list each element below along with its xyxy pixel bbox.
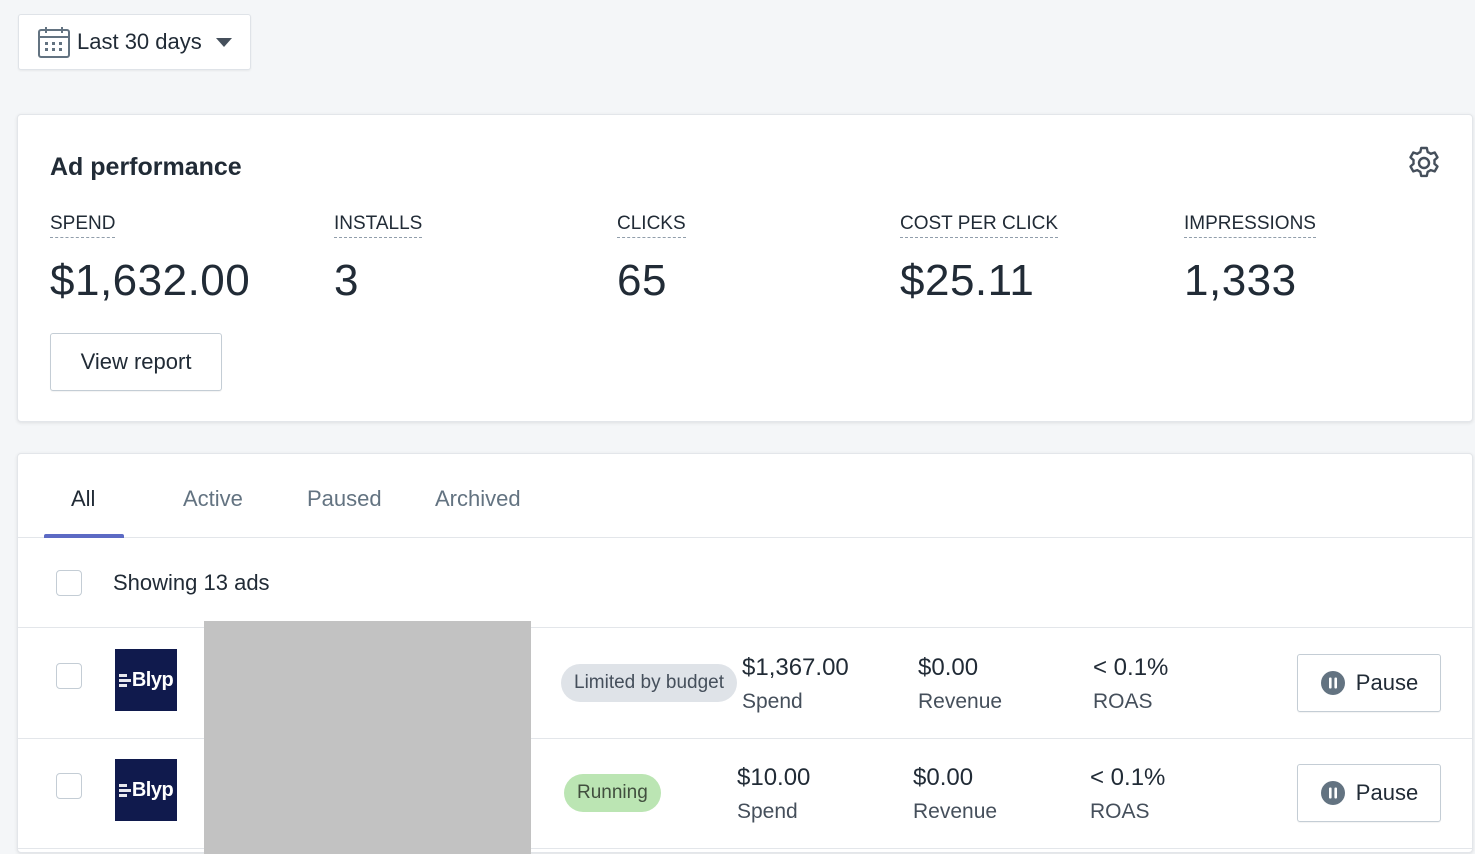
- pause-button[interactable]: Pause: [1297, 654, 1441, 712]
- pause-label: Pause: [1355, 670, 1419, 695]
- metric-value: 3: [334, 256, 359, 305]
- metric-label: INSTALLS: [334, 213, 423, 238]
- revenue-label: Revenue: [918, 690, 1003, 713]
- ads-list-card: All Active Paused Archived Showing 13 ad…: [17, 453, 1473, 854]
- roas-value: < 0.1%: [1090, 764, 1166, 791]
- ad-performance-card: Ad performance SPEND $1,632.00 INSTALLS …: [17, 114, 1473, 422]
- pause-button[interactable]: Pause: [1297, 764, 1441, 822]
- spend-stat: $10.00 Spend: [737, 764, 810, 824]
- metric-value: 65: [617, 256, 667, 305]
- logo-lines-icon: [118, 673, 131, 688]
- pause-label: Pause: [1355, 780, 1419, 805]
- metric-label: COST PER CLICK: [900, 213, 1059, 238]
- spend-label: Spend: [742, 690, 803, 713]
- roas-value: < 0.1%: [1093, 654, 1169, 681]
- calendar-icon: [38, 27, 70, 58]
- brand-logo: Blyp: [115, 759, 177, 821]
- spend-label: Spend: [737, 800, 798, 823]
- row-checkbox[interactable]: [56, 663, 82, 689]
- view-report-button[interactable]: View report: [50, 333, 222, 391]
- row-checkbox[interactable]: [56, 773, 82, 799]
- metric-label: CLICKS: [617, 213, 686, 238]
- brand-name: Blyp: [131, 778, 174, 801]
- revenue-value: $0.00: [918, 654, 979, 681]
- revenue-stat: $0.00 Revenue: [913, 764, 997, 824]
- list-header: Showing 13 ads: [18, 538, 1472, 628]
- roas-stat: < 0.1% ROAS: [1090, 764, 1165, 824]
- metric-installs: INSTALLS 3: [334, 213, 423, 306]
- filter-tabs: All Active Paused Archived: [18, 454, 1472, 538]
- status-badge: Running: [564, 774, 661, 812]
- metric-label: SPEND: [50, 213, 116, 238]
- revenue-label: Revenue: [913, 800, 998, 823]
- date-range-label: Last 30 days: [77, 29, 202, 54]
- tab-paused[interactable]: Paused: [307, 486, 382, 512]
- spend-value: $10.00: [737, 764, 811, 791]
- roas-label: ROAS: [1093, 690, 1153, 713]
- metric-label: IMPRESSIONS: [1184, 213, 1316, 238]
- logo-lines-icon: [118, 783, 131, 798]
- brand-logo: Blyp: [115, 649, 177, 711]
- pause-circle-icon: [1320, 781, 1345, 805]
- status-badge: Limited by budget: [561, 664, 737, 702]
- metric-value: 1,333: [1184, 256, 1297, 305]
- card-title: Ad performance: [50, 153, 242, 181]
- spend-stat: $1,367.00 Spend: [742, 654, 849, 714]
- tab-active[interactable]: Active: [183, 486, 243, 512]
- metric-clicks: CLICKS 65: [617, 213, 686, 306]
- roas-stat: < 0.1% ROAS: [1093, 654, 1168, 714]
- metric-cost-per-click: COST PER CLICK $25.11: [900, 213, 1059, 306]
- tab-archived[interactable]: Archived: [435, 486, 521, 512]
- spend-value: $1,367.00: [742, 654, 849, 681]
- redacted-ad-preview: [204, 621, 531, 854]
- tab-all[interactable]: All: [71, 486, 95, 512]
- roas-label: ROAS: [1090, 800, 1150, 823]
- revenue-value: $0.00: [913, 764, 974, 791]
- caret-down-icon: [215, 37, 232, 47]
- pause-circle-icon: [1320, 671, 1345, 695]
- showing-count: Showing 13 ads: [113, 570, 270, 595]
- revenue-stat: $0.00 Revenue: [918, 654, 1002, 714]
- select-all-checkbox[interactable]: [56, 570, 82, 596]
- metric-impressions: IMPRESSIONS 1,333: [1184, 213, 1316, 306]
- metric-value: $25.11: [900, 256, 1035, 305]
- gear-icon[interactable]: [1406, 145, 1442, 181]
- brand-name: Blyp: [131, 668, 174, 691]
- metric-spend: SPEND $1,632.00: [50, 213, 250, 306]
- date-range-selector[interactable]: Last 30 days: [18, 14, 251, 70]
- metric-value: $1,632.00: [50, 256, 251, 305]
